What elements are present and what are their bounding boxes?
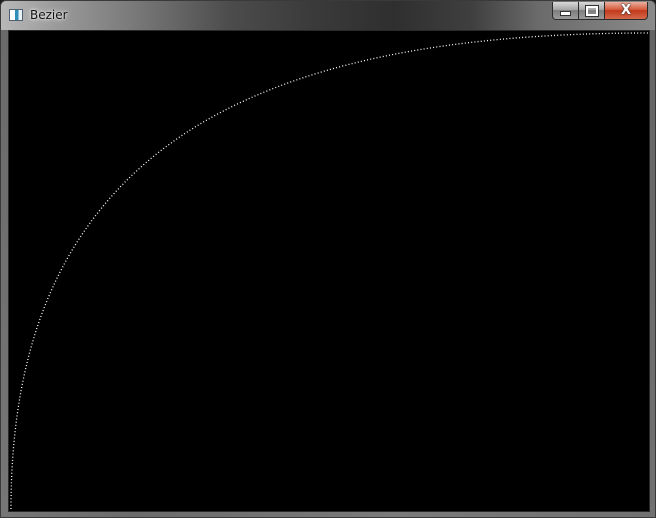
close-icon: X — [620, 3, 632, 18]
drawing-canvas[interactable] — [8, 30, 650, 512]
window-controls: X — [552, 2, 648, 20]
maximize-icon — [584, 4, 599, 17]
maximize-button[interactable] — [579, 2, 605, 20]
bezier-canvas-svg — [10, 32, 649, 510]
application-window: Bezier X — [0, 0, 656, 518]
window-title: Bezier — [30, 8, 68, 22]
bezier-curve — [10, 32, 649, 510]
minimize-icon — [560, 10, 571, 16]
application-window-icon[interactable] — [9, 9, 23, 21]
minimize-button[interactable] — [552, 2, 579, 20]
title-bar[interactable]: Bezier X — [1, 1, 655, 30]
close-button[interactable]: X — [605, 2, 648, 20]
